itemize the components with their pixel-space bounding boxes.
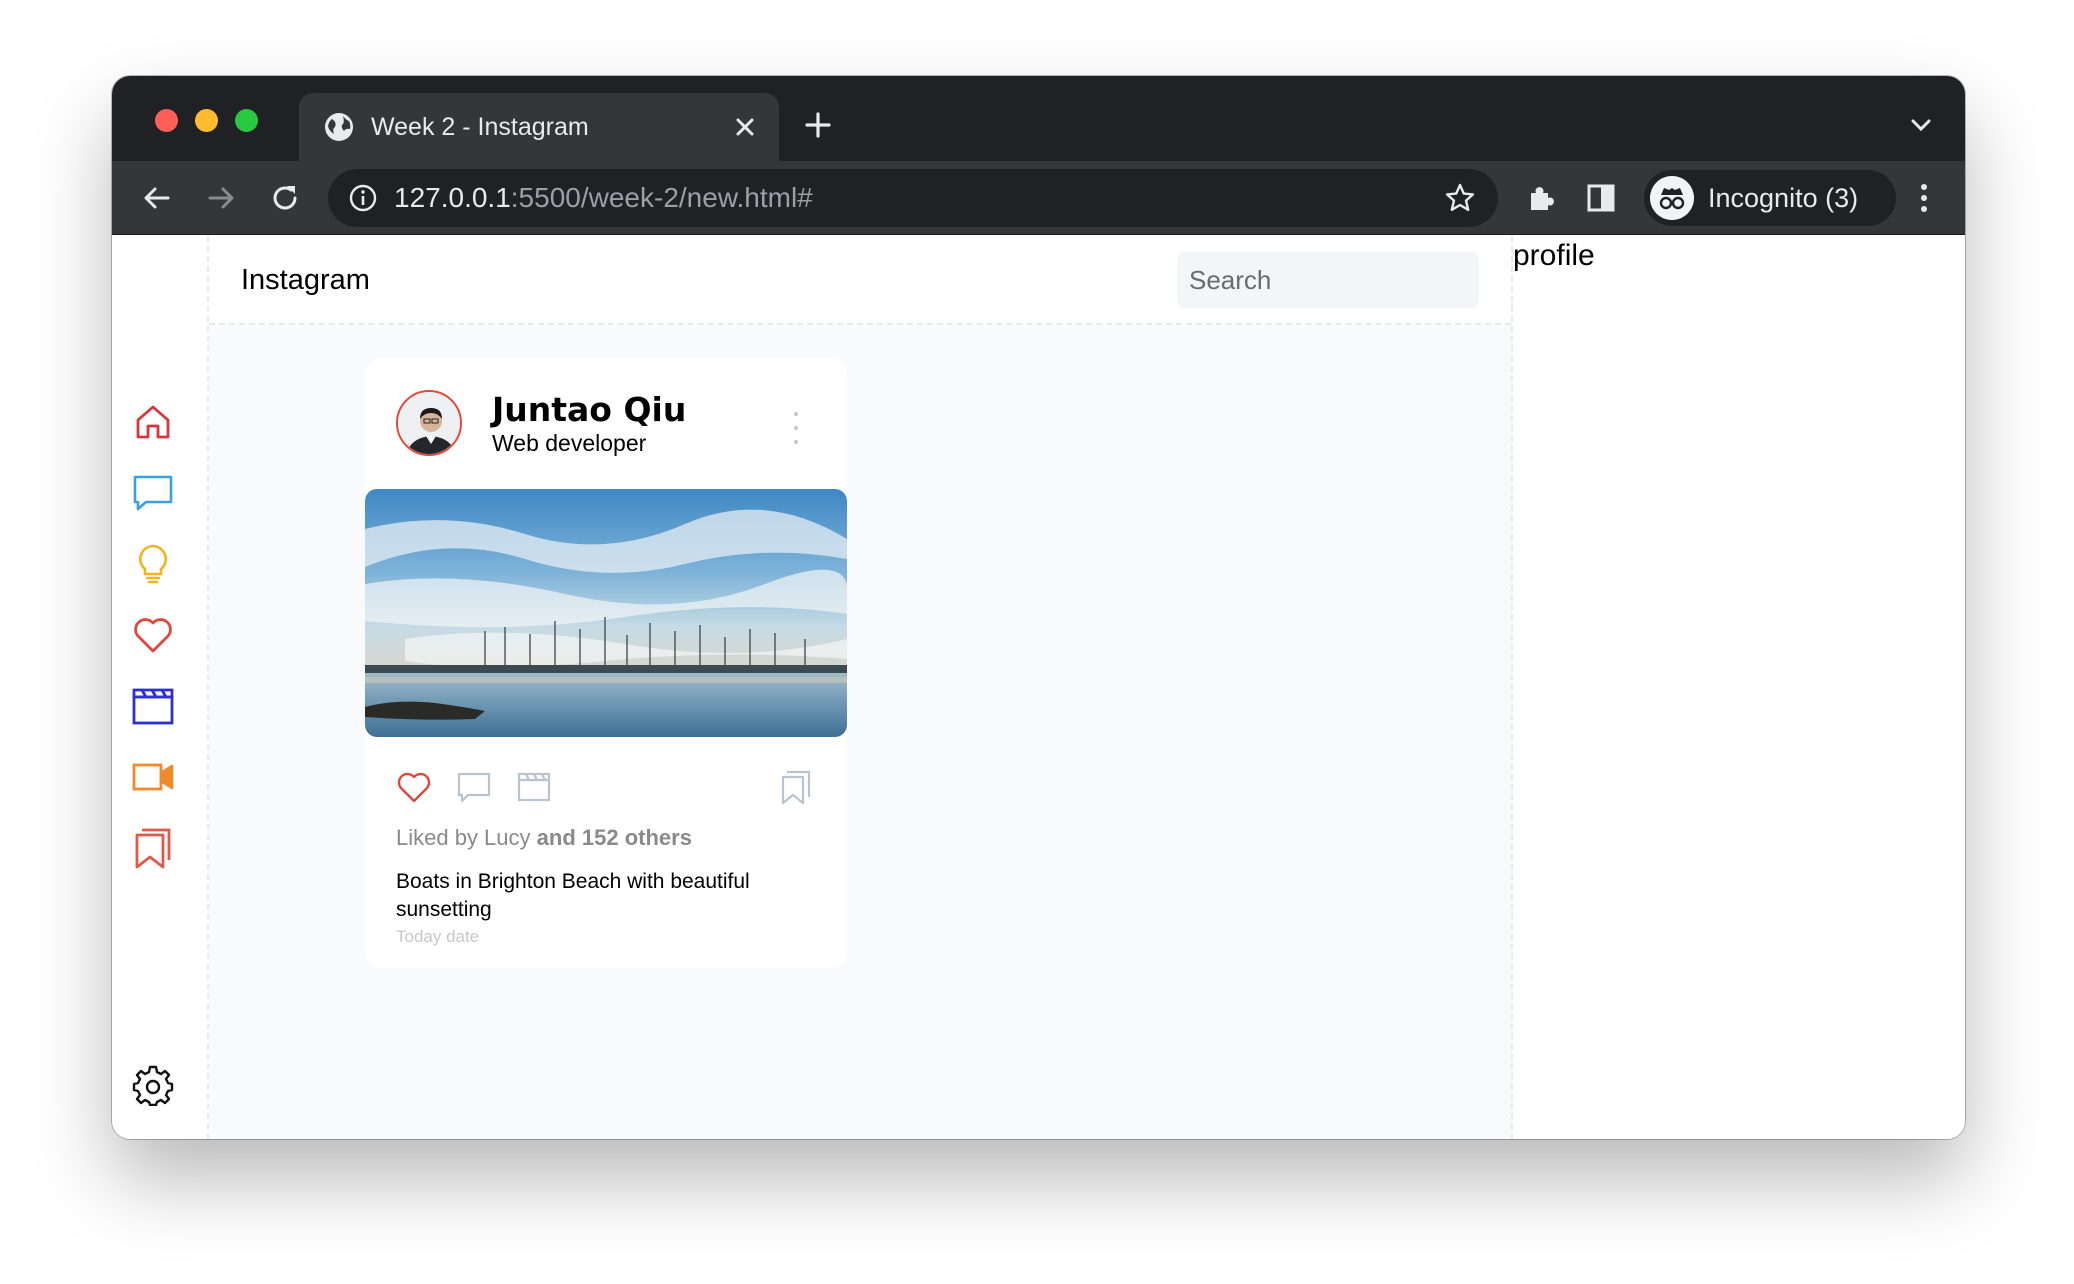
profile-heading: profile: [1513, 239, 1595, 272]
minimize-window-button[interactable]: [195, 109, 218, 132]
person-avatar-icon: [398, 392, 460, 454]
post-caption: Boats in Brighton Beach with beautiful s…: [396, 870, 750, 921]
author-avatar[interactable]: [396, 390, 462, 456]
liked-count-text: and 152 others: [536, 825, 692, 850]
heart-icon[interactable]: [132, 614, 174, 656]
new-tab-icon[interactable]: [802, 109, 834, 141]
address-bar[interactable]: 127.0.0.1:5500/week-2/new.html#: [328, 169, 1498, 227]
top-bar: Instagram: [209, 236, 1511, 325]
chevron-down-icon[interactable]: [1907, 113, 1935, 137]
browser-window: Week 2 - Instagram 127.0.0.1:5500/week-2…: [112, 76, 1965, 1139]
url-text: 127.0.0.1:5500/week-2/new.html#: [394, 179, 813, 217]
globe-icon: [325, 113, 353, 141]
like-heart-icon[interactable]: [396, 769, 432, 805]
incognito-profile-button[interactable]: Incognito (3): [1644, 170, 1896, 226]
post-date: Today date: [396, 927, 480, 946]
close-window-button[interactable]: [155, 109, 178, 132]
url-path: :5500/week-2/new.html#: [510, 182, 813, 213]
home-icon[interactable]: [132, 401, 174, 443]
post-photo[interactable]: [365, 489, 847, 737]
main-feed: Instagram Juntao Qiu Web deve: [209, 236, 1513, 1139]
message-icon[interactable]: [132, 472, 174, 514]
liked-by-text: Liked by Lucy: [396, 825, 531, 850]
incognito-label: Incognito (3): [1708, 183, 1859, 213]
forward-arrow-icon[interactable]: [204, 181, 238, 215]
tab-title: Week 2 - Instagram: [371, 113, 589, 141]
incognito-icon: [1650, 176, 1694, 220]
author-role: Web developer: [492, 430, 647, 456]
post-card: Juntao Qiu Web developer Liked by Lucy a…: [365, 358, 847, 968]
comment-icon[interactable]: [456, 769, 492, 805]
clapperboard-icon[interactable]: [516, 769, 552, 805]
maximize-window-button[interactable]: [235, 109, 258, 132]
more-menu-icon[interactable]: [1919, 181, 1929, 215]
sidebar-nav: [112, 236, 209, 1139]
info-icon[interactable]: [348, 183, 378, 213]
close-tab-icon[interactable]: [729, 111, 761, 143]
side-panel-icon[interactable]: [1584, 181, 1618, 215]
browser-toolbar: 127.0.0.1:5500/week-2/new.html# Incognit…: [112, 161, 1965, 235]
author-name[interactable]: Juntao Qiu: [492, 390, 686, 430]
harbor-sunset-image: [365, 489, 847, 737]
back-arrow-icon[interactable]: [140, 181, 174, 215]
tab-week-2-instagram[interactable]: Week 2 - Instagram: [299, 93, 779, 161]
likes-summary: Liked by Lucy and 152 others: [396, 823, 692, 853]
save-bookmark-icon[interactable]: [778, 769, 814, 805]
post-more-options-icon[interactable]: [793, 410, 799, 446]
video-camera-icon[interactable]: [132, 756, 174, 798]
star-icon[interactable]: [1444, 182, 1476, 214]
tab-strip: Week 2 - Instagram: [112, 76, 1965, 161]
gear-icon[interactable]: [132, 1064, 174, 1106]
search-input[interactable]: [1177, 252, 1479, 308]
reload-icon[interactable]: [268, 181, 302, 215]
bookmark-icon[interactable]: [132, 827, 174, 869]
lightbulb-icon[interactable]: [132, 543, 174, 585]
url-host: 127.0.0.1: [394, 182, 511, 213]
web-page: Instagram Juntao Qiu Web deve: [112, 236, 1965, 1139]
profile-panel: profile: [1513, 236, 1965, 1139]
extensions-puzzle-icon[interactable]: [1525, 181, 1559, 215]
clapperboard-icon[interactable]: [132, 685, 174, 727]
brand-title: Instagram: [241, 264, 370, 296]
